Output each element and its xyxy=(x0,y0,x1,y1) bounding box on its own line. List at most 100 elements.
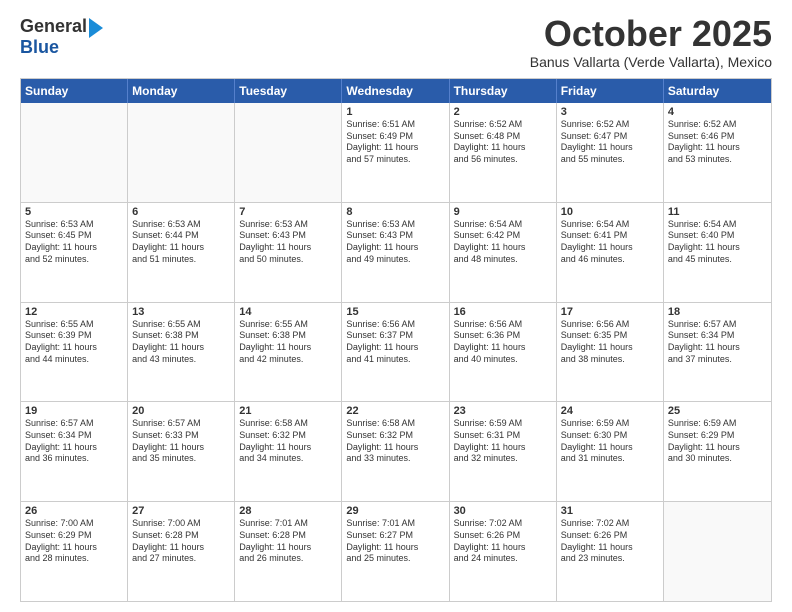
day-info: Sunrise: 6:54 AM Sunset: 6:41 PM Dayligh… xyxy=(561,219,659,266)
day-info: Sunrise: 6:54 AM Sunset: 6:42 PM Dayligh… xyxy=(454,219,552,266)
day-number: 2 xyxy=(454,106,552,118)
header: General Blue October 2025 Banus Vallarta… xyxy=(20,16,772,70)
cal-cell-3-1: 20Sunrise: 6:57 AM Sunset: 6:33 PM Dayli… xyxy=(128,402,235,501)
week-row-4: 26Sunrise: 7:00 AM Sunset: 6:29 PM Dayli… xyxy=(21,502,771,601)
cal-cell-2-3: 15Sunrise: 6:56 AM Sunset: 6:37 PM Dayli… xyxy=(342,303,449,402)
day-info: Sunrise: 6:59 AM Sunset: 6:30 PM Dayligh… xyxy=(561,418,659,465)
cal-cell-1-6: 11Sunrise: 6:54 AM Sunset: 6:40 PM Dayli… xyxy=(664,203,771,302)
cal-cell-1-0: 5Sunrise: 6:53 AM Sunset: 6:45 PM Daylig… xyxy=(21,203,128,302)
day-info: Sunrise: 6:52 AM Sunset: 6:48 PM Dayligh… xyxy=(454,119,552,166)
day-number: 9 xyxy=(454,206,552,218)
day-number: 29 xyxy=(346,505,444,517)
cal-cell-4-4: 30Sunrise: 7:02 AM Sunset: 6:26 PM Dayli… xyxy=(450,502,557,601)
day-info: Sunrise: 6:52 AM Sunset: 6:47 PM Dayligh… xyxy=(561,119,659,166)
cal-cell-0-6: 4Sunrise: 6:52 AM Sunset: 6:46 PM Daylig… xyxy=(664,103,771,202)
day-info: Sunrise: 7:00 AM Sunset: 6:29 PM Dayligh… xyxy=(25,518,123,565)
day-number: 20 xyxy=(132,405,230,417)
day-info: Sunrise: 6:59 AM Sunset: 6:29 PM Dayligh… xyxy=(668,418,767,465)
day-info: Sunrise: 6:53 AM Sunset: 6:44 PM Dayligh… xyxy=(132,219,230,266)
header-monday: Monday xyxy=(128,79,235,103)
week-row-3: 19Sunrise: 6:57 AM Sunset: 6:34 PM Dayli… xyxy=(21,402,771,502)
cal-cell-1-1: 6Sunrise: 6:53 AM Sunset: 6:44 PM Daylig… xyxy=(128,203,235,302)
cal-cell-3-0: 19Sunrise: 6:57 AM Sunset: 6:34 PM Dayli… xyxy=(21,402,128,501)
cal-cell-4-1: 27Sunrise: 7:00 AM Sunset: 6:28 PM Dayli… xyxy=(128,502,235,601)
day-number: 22 xyxy=(346,405,444,417)
page: General Blue October 2025 Banus Vallarta… xyxy=(0,0,792,612)
day-info: Sunrise: 7:02 AM Sunset: 6:26 PM Dayligh… xyxy=(561,518,659,565)
week-row-2: 12Sunrise: 6:55 AM Sunset: 6:39 PM Dayli… xyxy=(21,303,771,403)
cal-cell-4-6 xyxy=(664,502,771,601)
day-number: 4 xyxy=(668,106,767,118)
cal-cell-2-1: 13Sunrise: 6:55 AM Sunset: 6:38 PM Dayli… xyxy=(128,303,235,402)
day-number: 17 xyxy=(561,306,659,318)
day-number: 14 xyxy=(239,306,337,318)
cal-cell-1-5: 10Sunrise: 6:54 AM Sunset: 6:41 PM Dayli… xyxy=(557,203,664,302)
day-number: 28 xyxy=(239,505,337,517)
day-info: Sunrise: 6:56 AM Sunset: 6:35 PM Dayligh… xyxy=(561,319,659,366)
month-title: October 2025 xyxy=(530,16,772,52)
cal-cell-4-0: 26Sunrise: 7:00 AM Sunset: 6:29 PM Dayli… xyxy=(21,502,128,601)
day-info: Sunrise: 6:55 AM Sunset: 6:38 PM Dayligh… xyxy=(132,319,230,366)
logo-general-text: General xyxy=(20,16,87,37)
cal-cell-3-5: 24Sunrise: 6:59 AM Sunset: 6:30 PM Dayli… xyxy=(557,402,664,501)
cal-cell-2-5: 17Sunrise: 6:56 AM Sunset: 6:35 PM Dayli… xyxy=(557,303,664,402)
day-number: 13 xyxy=(132,306,230,318)
day-info: Sunrise: 6:53 AM Sunset: 6:43 PM Dayligh… xyxy=(346,219,444,266)
day-info: Sunrise: 7:01 AM Sunset: 6:28 PM Dayligh… xyxy=(239,518,337,565)
day-number: 3 xyxy=(561,106,659,118)
day-number: 10 xyxy=(561,206,659,218)
day-info: Sunrise: 7:01 AM Sunset: 6:27 PM Dayligh… xyxy=(346,518,444,565)
day-number: 16 xyxy=(454,306,552,318)
cal-cell-4-5: 31Sunrise: 7:02 AM Sunset: 6:26 PM Dayli… xyxy=(557,502,664,601)
day-info: Sunrise: 6:58 AM Sunset: 6:32 PM Dayligh… xyxy=(346,418,444,465)
header-wednesday: Wednesday xyxy=(342,79,449,103)
header-thursday: Thursday xyxy=(450,79,557,103)
day-info: Sunrise: 7:02 AM Sunset: 6:26 PM Dayligh… xyxy=(454,518,552,565)
cal-cell-1-3: 8Sunrise: 6:53 AM Sunset: 6:43 PM Daylig… xyxy=(342,203,449,302)
day-number: 1 xyxy=(346,106,444,118)
day-info: Sunrise: 6:53 AM Sunset: 6:43 PM Dayligh… xyxy=(239,219,337,266)
header-saturday: Saturday xyxy=(664,79,771,103)
week-row-1: 5Sunrise: 6:53 AM Sunset: 6:45 PM Daylig… xyxy=(21,203,771,303)
cal-cell-3-4: 23Sunrise: 6:59 AM Sunset: 6:31 PM Dayli… xyxy=(450,402,557,501)
day-info: Sunrise: 6:54 AM Sunset: 6:40 PM Dayligh… xyxy=(668,219,767,266)
location-title: Banus Vallarta (Verde Vallarta), Mexico xyxy=(530,54,772,70)
cal-cell-0-1 xyxy=(128,103,235,202)
day-number: 26 xyxy=(25,505,123,517)
cal-cell-1-2: 7Sunrise: 6:53 AM Sunset: 6:43 PM Daylig… xyxy=(235,203,342,302)
day-info: Sunrise: 6:57 AM Sunset: 6:34 PM Dayligh… xyxy=(25,418,123,465)
day-number: 12 xyxy=(25,306,123,318)
day-number: 27 xyxy=(132,505,230,517)
cal-cell-0-4: 2Sunrise: 6:52 AM Sunset: 6:48 PM Daylig… xyxy=(450,103,557,202)
cal-cell-2-0: 12Sunrise: 6:55 AM Sunset: 6:39 PM Dayli… xyxy=(21,303,128,402)
day-number: 6 xyxy=(132,206,230,218)
day-number: 8 xyxy=(346,206,444,218)
day-number: 19 xyxy=(25,405,123,417)
calendar-body: 1Sunrise: 6:51 AM Sunset: 6:49 PM Daylig… xyxy=(21,103,771,601)
calendar-header: Sunday Monday Tuesday Wednesday Thursday… xyxy=(21,79,771,103)
day-number: 18 xyxy=(668,306,767,318)
day-number: 25 xyxy=(668,405,767,417)
cal-cell-4-3: 29Sunrise: 7:01 AM Sunset: 6:27 PM Dayli… xyxy=(342,502,449,601)
day-info: Sunrise: 6:53 AM Sunset: 6:45 PM Dayligh… xyxy=(25,219,123,266)
calendar: Sunday Monday Tuesday Wednesday Thursday… xyxy=(20,78,772,602)
cal-cell-2-4: 16Sunrise: 6:56 AM Sunset: 6:36 PM Dayli… xyxy=(450,303,557,402)
logo-arrow-icon xyxy=(89,18,103,38)
cal-cell-3-2: 21Sunrise: 6:58 AM Sunset: 6:32 PM Dayli… xyxy=(235,402,342,501)
cal-cell-0-2 xyxy=(235,103,342,202)
title-block: October 2025 Banus Vallarta (Verde Valla… xyxy=(530,16,772,70)
logo-blue-text: Blue xyxy=(20,37,59,58)
day-info: Sunrise: 7:00 AM Sunset: 6:28 PM Dayligh… xyxy=(132,518,230,565)
day-info: Sunrise: 6:55 AM Sunset: 6:38 PM Dayligh… xyxy=(239,319,337,366)
cal-cell-3-6: 25Sunrise: 6:59 AM Sunset: 6:29 PM Dayli… xyxy=(664,402,771,501)
cal-cell-4-2: 28Sunrise: 7:01 AM Sunset: 6:28 PM Dayli… xyxy=(235,502,342,601)
day-info: Sunrise: 6:52 AM Sunset: 6:46 PM Dayligh… xyxy=(668,119,767,166)
day-info: Sunrise: 6:57 AM Sunset: 6:33 PM Dayligh… xyxy=(132,418,230,465)
day-info: Sunrise: 6:51 AM Sunset: 6:49 PM Dayligh… xyxy=(346,119,444,166)
day-info: Sunrise: 6:57 AM Sunset: 6:34 PM Dayligh… xyxy=(668,319,767,366)
day-number: 7 xyxy=(239,206,337,218)
cal-cell-0-3: 1Sunrise: 6:51 AM Sunset: 6:49 PM Daylig… xyxy=(342,103,449,202)
header-tuesday: Tuesday xyxy=(235,79,342,103)
header-sunday: Sunday xyxy=(21,79,128,103)
day-number: 15 xyxy=(346,306,444,318)
